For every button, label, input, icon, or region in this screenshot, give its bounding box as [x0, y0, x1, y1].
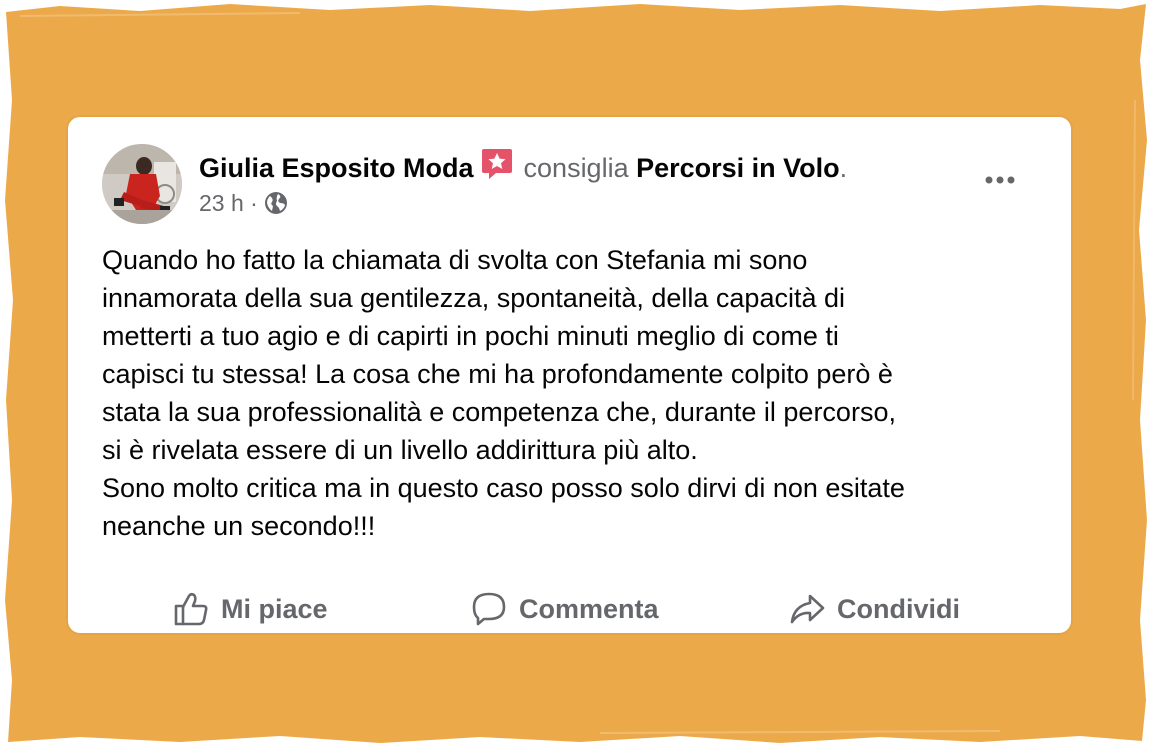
post-header: Giulia Esposito Moda consiglia Percorsi i… [199, 147, 847, 185]
author-name-link[interactable]: Giulia Esposito Moda [199, 153, 474, 183]
post-card: Giulia Esposito Moda consiglia Percorsi i… [68, 117, 1071, 633]
author-avatar[interactable] [102, 144, 182, 224]
post-body-text: Quando ho fatto la chiamata di svolta co… [102, 245, 905, 541]
share-arrow-icon [790, 594, 825, 624]
more-options-icon[interactable] [980, 165, 1020, 195]
globe-icon [264, 191, 288, 215]
recommend-star-icon [480, 147, 514, 181]
header-period: . [839, 153, 848, 183]
like-label: Mi piace [221, 593, 328, 624]
comment-bubble-icon [472, 592, 506, 626]
comment-label: Commenta [519, 593, 659, 624]
like-button[interactable]: Mi piace [173, 587, 328, 631]
share-button[interactable]: Condividi [789, 587, 960, 631]
comment-button[interactable]: Commenta [471, 587, 659, 631]
recommends-verb: consiglia [523, 153, 629, 183]
share-label: Condividi [837, 593, 960, 624]
post-timestamp[interactable]: 23 h [199, 190, 244, 216]
thumbs-up-icon [174, 592, 208, 626]
post-meta: 23 h · [199, 189, 288, 217]
meta-separator: · [250, 190, 258, 216]
post-actions-bar: Mi piace Commenta Condividi [68, 587, 1071, 631]
page-name-link[interactable]: Percorsi in Volo [636, 153, 840, 183]
